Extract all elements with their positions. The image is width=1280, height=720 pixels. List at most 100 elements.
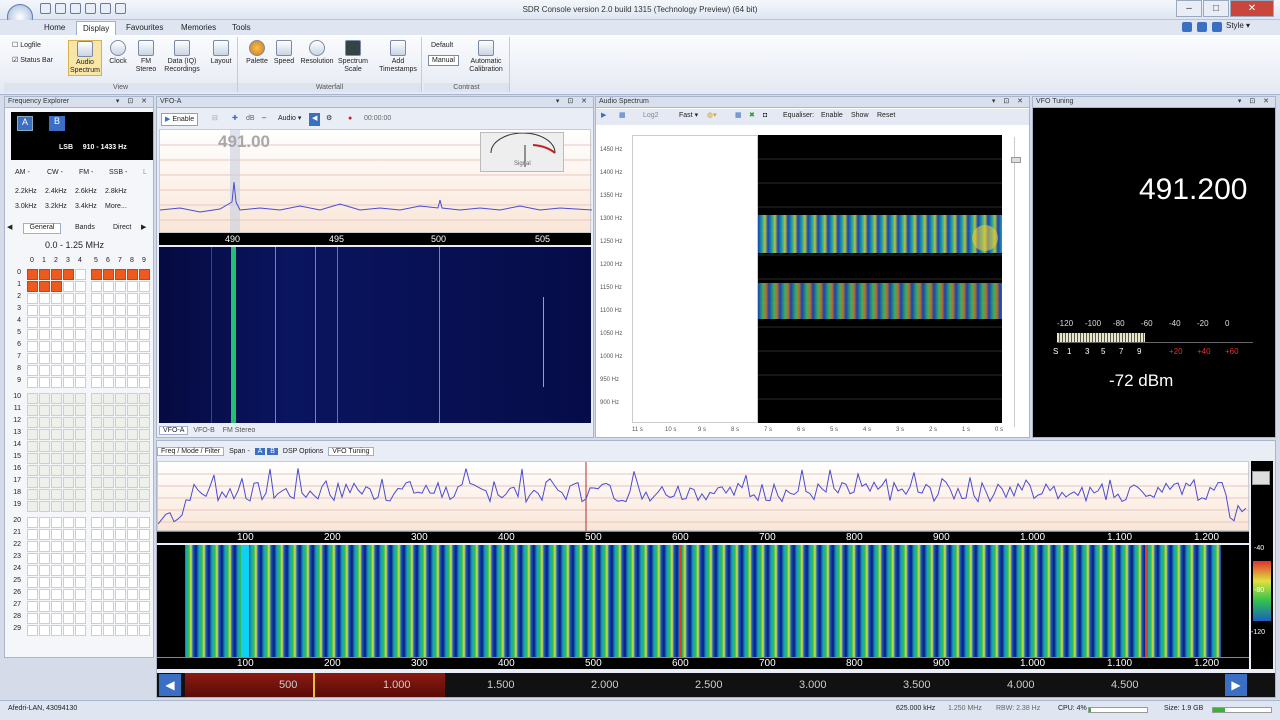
grid-cell[interactable] <box>75 541 86 552</box>
grid-cell[interactable] <box>27 377 38 388</box>
grid-cell[interactable] <box>91 553 102 564</box>
grid-cell[interactable] <box>75 553 86 564</box>
audio-dropdown[interactable]: Audio ▾ <box>275 113 304 126</box>
grid-cell[interactable] <box>139 353 150 364</box>
grid-cell[interactable] <box>63 269 74 280</box>
grid-cell[interactable] <box>115 625 126 636</box>
grid-cell[interactable] <box>115 453 126 464</box>
grid-cell[interactable] <box>103 305 114 316</box>
grid-cell[interactable] <box>63 465 74 476</box>
grid-cell[interactable] <box>27 341 38 352</box>
grid-cell[interactable] <box>75 453 86 464</box>
grid-cell[interactable] <box>51 489 62 500</box>
tab-fm-stereo[interactable]: FM Stereo <box>220 427 259 434</box>
grid-cell[interactable] <box>127 429 138 440</box>
tab-scroll-right-icon[interactable]: ▶ <box>141 223 146 231</box>
tuning-frequency[interactable]: 491.200 <box>1139 173 1247 207</box>
tab-tools[interactable]: Tools <box>226 21 257 35</box>
equaliser-reset-button[interactable]: Reset <box>874 110 898 123</box>
grid-cell[interactable] <box>139 577 150 588</box>
grid-cell[interactable] <box>91 453 102 464</box>
grid-cell[interactable] <box>115 489 126 500</box>
grid-cell[interactable] <box>103 341 114 352</box>
minimize-button[interactable]: – <box>1176 0 1202 17</box>
grid-cell[interactable] <box>51 529 62 540</box>
grid-cell[interactable] <box>75 613 86 624</box>
grid-cell[interactable] <box>127 529 138 540</box>
grid-cell[interactable] <box>51 293 62 304</box>
grid-cell[interactable] <box>139 517 150 528</box>
grid-cell[interactable] <box>103 601 114 612</box>
grid-cell[interactable] <box>103 541 114 552</box>
grid-cell[interactable] <box>63 577 74 588</box>
palette-button[interactable]: Palette <box>242 40 272 66</box>
grid-cell[interactable] <box>139 553 150 564</box>
grid-cell[interactable] <box>115 541 126 552</box>
grid-cell[interactable] <box>127 577 138 588</box>
grid-cell[interactable] <box>75 565 86 576</box>
layout-icon[interactable] <box>1197 22 1207 32</box>
grid-cell[interactable] <box>127 553 138 564</box>
grid-cell[interactable] <box>27 501 38 512</box>
grid-cell[interactable] <box>91 501 102 512</box>
grid-cell[interactable] <box>127 405 138 416</box>
grid-cell[interactable] <box>103 501 114 512</box>
grid-cell[interactable] <box>51 329 62 340</box>
grid-cell[interactable] <box>103 429 114 440</box>
grid-cell[interactable] <box>63 529 74 540</box>
close-button[interactable]: ✕ <box>1230 0 1274 17</box>
grid-cell[interactable] <box>75 429 86 440</box>
speed-dropdown[interactable]: Fast ▾ <box>676 110 701 123</box>
grid-cell[interactable] <box>91 393 102 404</box>
grid-cell[interactable] <box>63 305 74 316</box>
grid-cell[interactable] <box>103 565 114 576</box>
bw-button[interactable]: 2.8kHz <box>105 188 127 195</box>
grid-cell[interactable] <box>115 305 126 316</box>
grid-cell[interactable] <box>27 393 38 404</box>
automatic-calibration-button[interactable]: Automatic Calibration <box>466 40 506 74</box>
grid-cell[interactable] <box>51 453 62 464</box>
grid-cell[interactable] <box>91 625 102 636</box>
mode-am[interactable]: AM - <box>15 169 30 176</box>
grid-cell[interactable] <box>51 541 62 552</box>
grid-cell[interactable] <box>103 317 114 328</box>
grid-cell[interactable] <box>127 441 138 452</box>
grid-cell[interactable] <box>127 281 138 292</box>
grid-cell[interactable] <box>103 329 114 340</box>
grid-cell[interactable] <box>127 465 138 476</box>
grid-cell[interactable] <box>115 281 126 292</box>
grid-cell[interactable] <box>127 453 138 464</box>
grid-cell[interactable] <box>63 565 74 576</box>
grid-cell[interactable] <box>63 417 74 428</box>
grid-cell[interactable] <box>91 429 102 440</box>
grid-cell[interactable] <box>139 477 150 488</box>
grid-cell[interactable] <box>103 589 114 600</box>
grid-cell[interactable] <box>63 541 74 552</box>
grid-cell[interactable] <box>63 405 74 416</box>
grid-cell[interactable] <box>139 365 150 376</box>
grid-cell[interactable] <box>63 613 74 624</box>
grid-cell[interactable] <box>91 417 102 428</box>
grid-cell[interactable] <box>103 441 114 452</box>
grid-cell[interactable] <box>39 429 50 440</box>
grid-cell[interactable] <box>139 541 150 552</box>
grid-cell[interactable] <box>63 281 74 292</box>
grid-cell[interactable] <box>115 353 126 364</box>
grid-cell[interactable] <box>127 625 138 636</box>
grid-cell[interactable] <box>115 601 126 612</box>
grid-cell[interactable] <box>39 305 50 316</box>
grid-cell[interactable] <box>39 601 50 612</box>
grid-cell[interactable] <box>139 293 150 304</box>
grid-cell[interactable] <box>139 589 150 600</box>
grid-cell[interactable] <box>63 393 74 404</box>
grid-cell[interactable] <box>39 501 50 512</box>
tab-vfo-b[interactable]: VFO-B <box>190 427 217 434</box>
grid-cell[interactable] <box>127 317 138 328</box>
vfo-a-button[interactable]: A <box>17 116 33 131</box>
grid-cell[interactable] <box>127 601 138 612</box>
grid-cell[interactable] <box>51 429 62 440</box>
grid-cell[interactable] <box>63 589 74 600</box>
grid-cell[interactable] <box>91 353 102 364</box>
grid-cell[interactable] <box>139 601 150 612</box>
statusbar-checkbox[interactable]: ☑ Status Bar <box>12 56 53 64</box>
